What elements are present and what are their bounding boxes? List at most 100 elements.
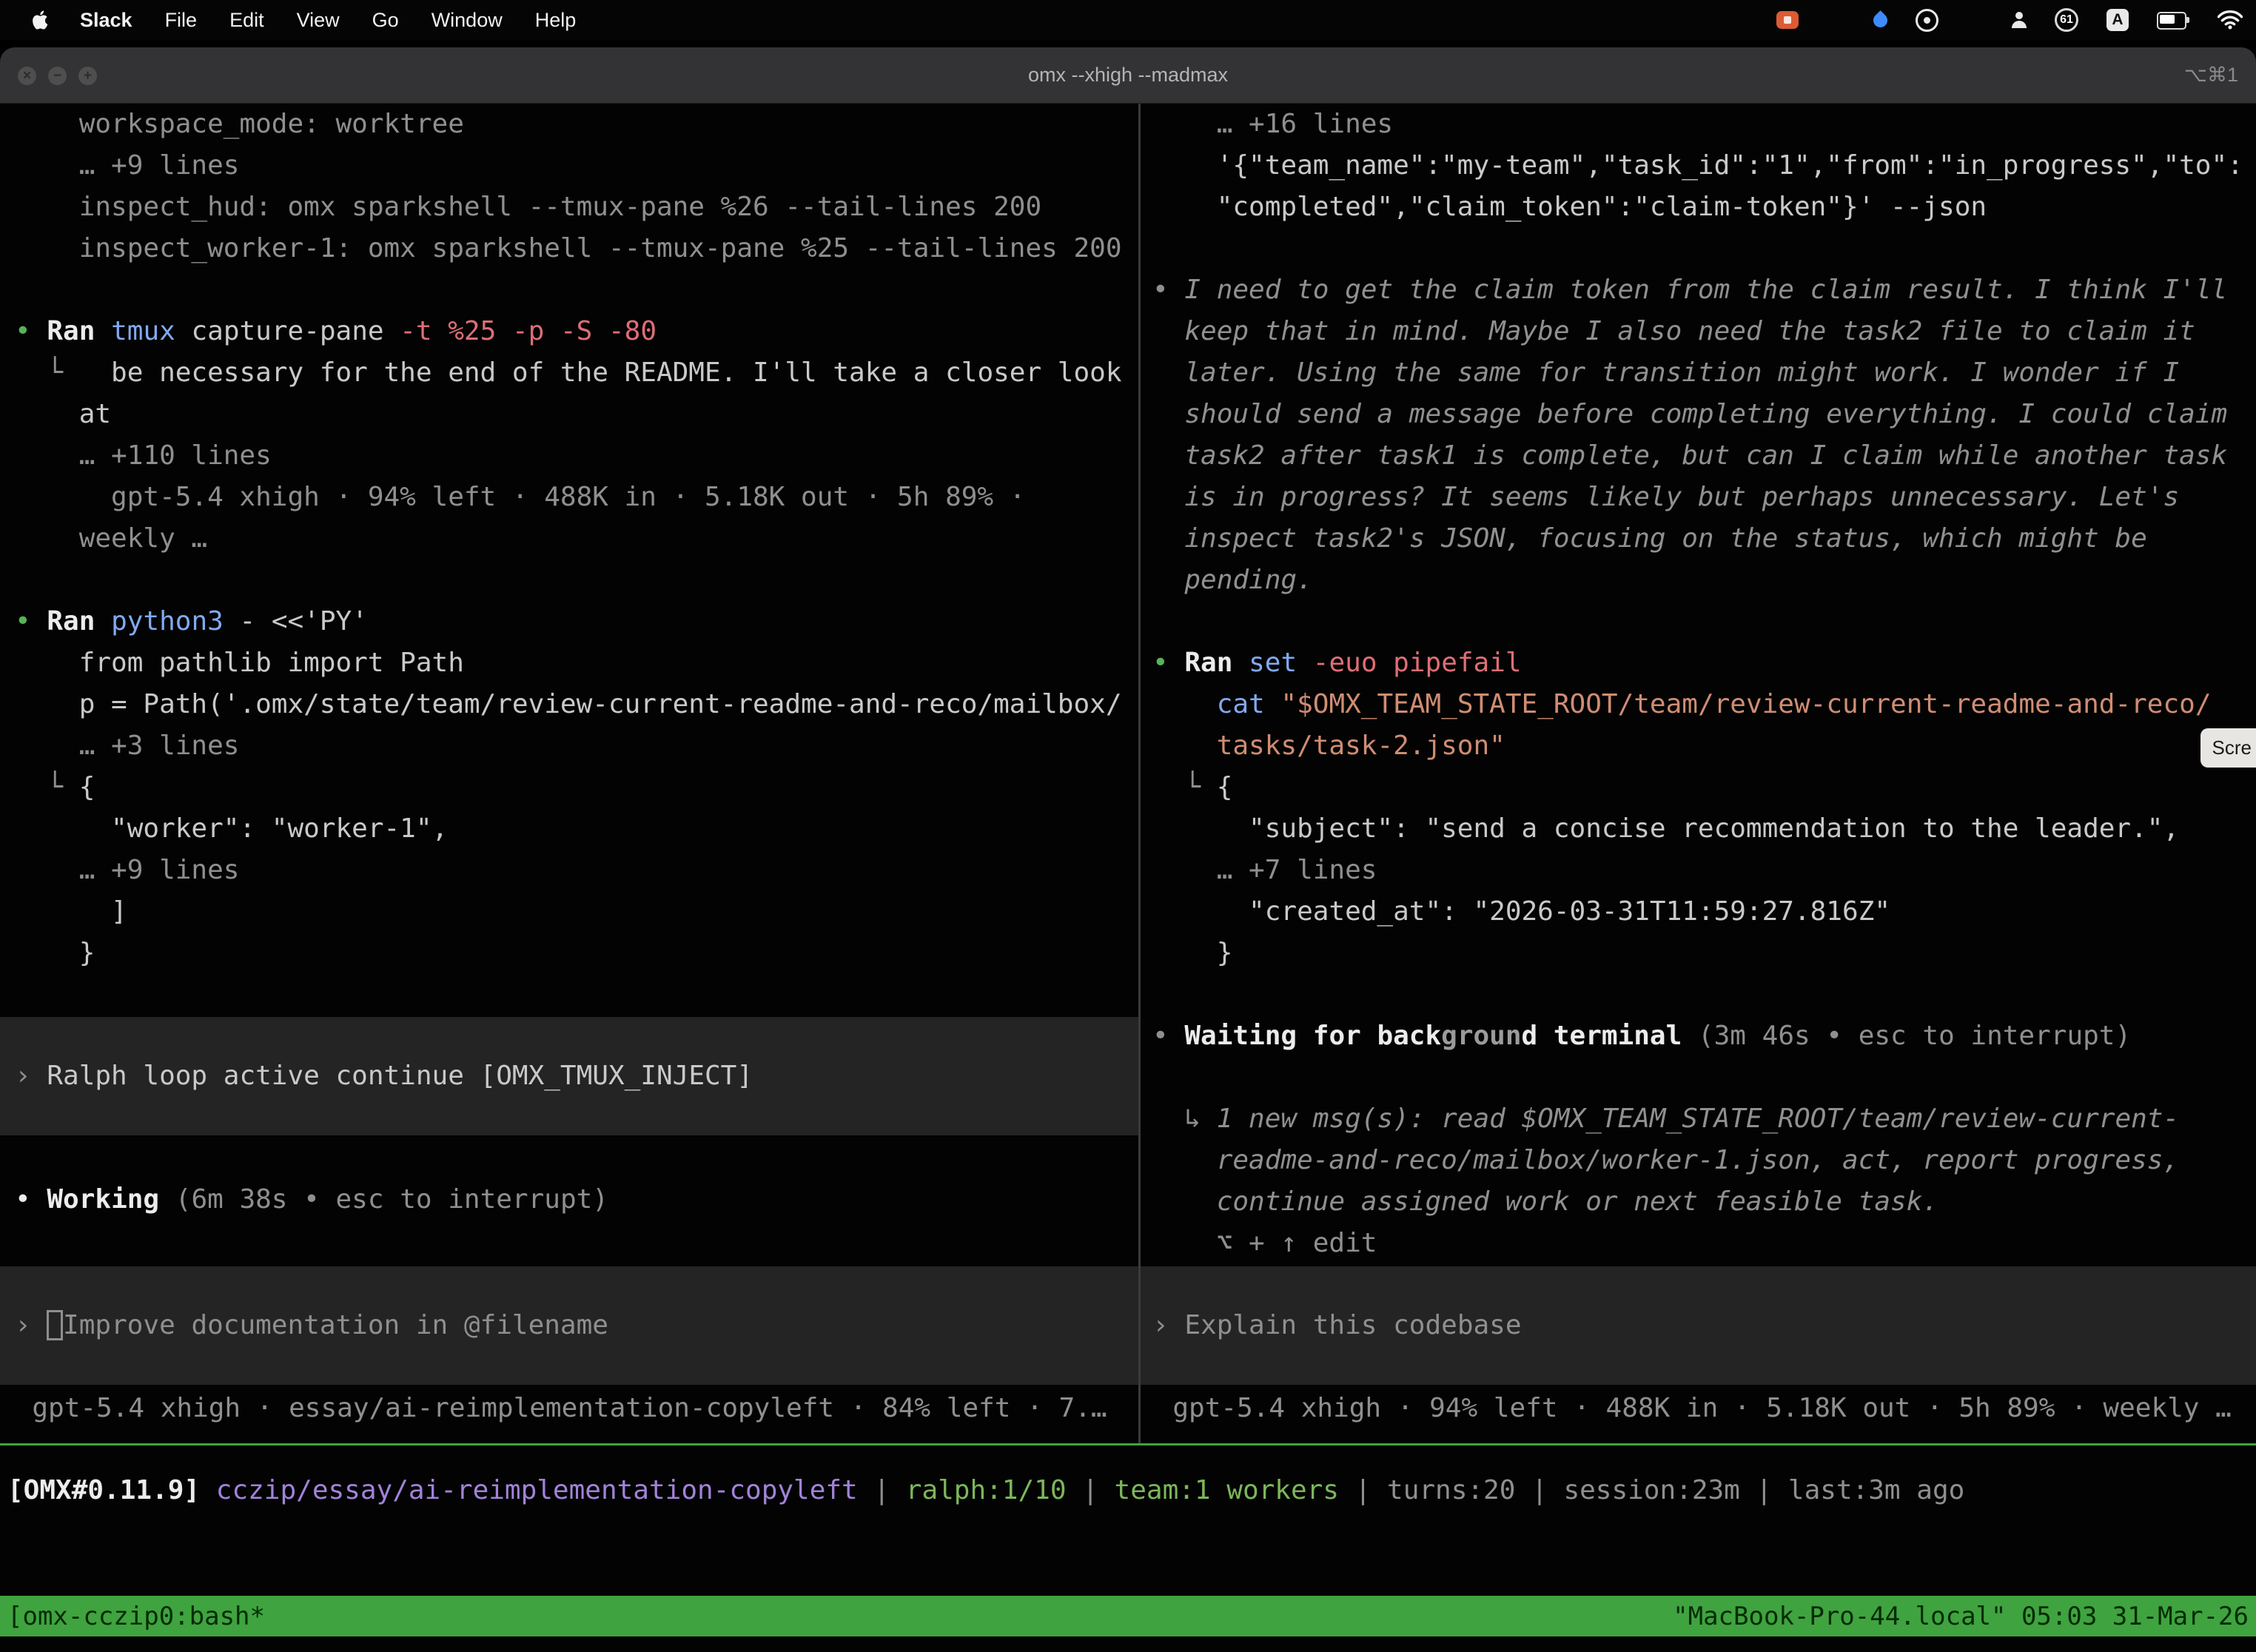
- omx-status-line: [OMX#0.11.9] cczip/essay/ai-reimplementa…: [7, 1470, 1964, 1511]
- terminal-line: [1152, 1057, 2256, 1098]
- menu-slack[interactable]: Slack: [64, 9, 149, 32]
- dots-grid-icon[interactable]: [1967, 12, 1984, 29]
- screen-recording-indicator-icon[interactable]: [1776, 11, 1799, 29]
- terminal-line: ↳ 1 new msg(s): read $OMX_TEAM_STATE_ROO…: [1152, 1098, 2256, 1140]
- battery-percentage-icon[interactable]: 61: [2055, 8, 2078, 32]
- app-menus: SlackFileEditViewGoWindowHelp: [64, 9, 592, 32]
- terminal-line: later. Using the same for transition mig…: [1152, 352, 2256, 394]
- terminal-line: … +7 lines: [1152, 850, 2256, 891]
- terminal-line: from pathlib import Path: [15, 642, 1138, 684]
- tmux-host-clock: "MacBook-Pro-44.local" 05:03 31-Mar-26: [1673, 1602, 2249, 1631]
- grid-app-icon[interactable]: [1827, 12, 1845, 28]
- hover-tooltip: Scre: [2200, 728, 2256, 768]
- working-status: • Working (6m 38s • esc to interrupt): [0, 1179, 1138, 1220]
- active-pane-border: [0, 1443, 2256, 1446]
- menu-go[interactable]: Go: [356, 9, 415, 32]
- zoom-button[interactable]: +: [78, 67, 97, 85]
- terminal-line: • Ran python3 - <<'PY': [15, 601, 1138, 642]
- minimize-button[interactable]: −: [48, 67, 67, 85]
- menu-edit[interactable]: Edit: [213, 9, 281, 32]
- water-drop-icon[interactable]: [1870, 10, 1890, 30]
- left-pane-footer: gpt-5.4 xhigh · essay/ai-reimplementatio…: [0, 1388, 1138, 1429]
- battery-percentage-value: 61: [2060, 13, 2073, 27]
- terminal-line: ⌥ + ↑ edit: [1152, 1223, 2256, 1264]
- close-button[interactable]: ×: [18, 67, 36, 85]
- terminal-line: readme-and-reco/mailbox/worker-1.json, a…: [1152, 1140, 2256, 1181]
- input-source-letter: A: [2112, 11, 2123, 29]
- prompt-suggestion-improve-docs[interactable]: › Improve documentation in @filename: [0, 1266, 1138, 1385]
- terminal-line: workspace_mode: worktree: [15, 104, 1138, 145]
- apple-menu[interactable]: [18, 10, 64, 30]
- terminal-line: … +110 lines: [15, 435, 1138, 477]
- window-title: omx --xhigh --madmax: [1028, 64, 1228, 87]
- terminal-line: cat "$OMX_TEAM_STATE_ROOT/team/review-cu…: [1152, 684, 2256, 725]
- terminal-line: … +3 lines: [15, 725, 1138, 767]
- terminal-line: "worker": "worker-1",: [15, 808, 1138, 850]
- terminal-line: ]: [15, 891, 1138, 933]
- terminal-line: › Ralph loop active continue [OMX_TMUX_I…: [15, 1055, 753, 1097]
- pane-left-worker-hud[interactable]: workspace_mode: worktree … +9 lines insp…: [0, 104, 1138, 1443]
- terminal-line: └ {: [1152, 767, 2256, 808]
- menu-status-icons: 61 A: [1776, 8, 2243, 32]
- terminal-line: inspect_worker-1: omx sparkshell --tmux-…: [15, 228, 1138, 269]
- tmux-panes: workspace_mode: worktree … +9 lines insp…: [0, 104, 2256, 1443]
- terminal-line: p = Path('.omx/state/team/review-current…: [15, 684, 1138, 725]
- input-source-icon[interactable]: A: [2106, 9, 2129, 31]
- terminal-line: pending.: [1152, 560, 2256, 601]
- menu-window[interactable]: Window: [415, 9, 519, 32]
- window-controls: × − +: [18, 47, 97, 104]
- terminal-line: … +9 lines: [15, 145, 1138, 187]
- circle-app-icon[interactable]: [1916, 9, 1938, 32]
- terminal-line: continue assigned work or next feasible …: [1152, 1181, 2256, 1223]
- terminal-line: [1152, 228, 2256, 269]
- pane-right-worker-1[interactable]: … +16 lines '{"team_name":"my-team","tas…: [1141, 104, 2256, 1443]
- terminal-line: at: [15, 394, 1138, 435]
- wifi-icon[interactable]: [2218, 10, 2243, 30]
- terminal-line: should send a message before completing …: [1152, 394, 2256, 435]
- window-shortcut-hint: ⌥⌘1: [2184, 64, 2238, 87]
- menu-view[interactable]: View: [281, 9, 356, 32]
- menu-bar: SlackFileEditViewGoWindowHelp 61 A: [0, 0, 2256, 40]
- right-pane-footer: gpt-5.4 xhigh · 94% left · 488K in · 5.1…: [1141, 1388, 2256, 1429]
- terminal-line: … +16 lines: [1152, 104, 2256, 145]
- terminal-line: • Ran tmux capture-pane -t %25 -p -S -80: [15, 311, 1138, 352]
- tooltip-text: Scre: [2212, 736, 2252, 759]
- tmux-session-window: [omx-cczip0:bash*: [7, 1602, 265, 1631]
- terminal-line: "completed","claim_token":"claim-token"}…: [1152, 187, 2256, 228]
- terminal-line: [15, 269, 1138, 311]
- terminal-line: gpt-5.4 xhigh · essay/ai-reimplementatio…: [0, 1388, 1138, 1429]
- right-pane-transcript: … +16 lines '{"team_name":"my-team","tas…: [1141, 104, 2256, 1264]
- terminal-line: › Explain this codebase: [1152, 1305, 1522, 1346]
- terminal-line: task2 after task1 is complete, but can I…: [1152, 435, 2256, 477]
- terminal-line: }: [15, 933, 1138, 974]
- terminal-line: tasks/task-2.json": [1152, 725, 2256, 767]
- terminal-line: › Improve documentation in @filename: [15, 1305, 608, 1346]
- left-pane-transcript: workspace_mode: worktree … +9 lines insp…: [0, 104, 1138, 974]
- terminal-line: [1152, 974, 2256, 1015]
- terminal-line: • Waiting for background terminal (3m 46…: [1152, 1015, 2256, 1057]
- terminal-line: gpt-5.4 xhigh · 94% left · 488K in · 5.1…: [1141, 1388, 2256, 1429]
- menu-help[interactable]: Help: [519, 9, 593, 32]
- terminal-line: gpt-5.4 xhigh · 94% left · 488K in · 5.1…: [15, 477, 1138, 518]
- terminal-line: • Working (6m 38s • esc to interrupt): [15, 1179, 1138, 1220]
- terminal-line: [15, 560, 1138, 601]
- terminal-line: is in progress? It seems likely but perh…: [1152, 477, 2256, 518]
- terminal-line: keep that in mind. Maybe I also need the…: [1152, 311, 2256, 352]
- ralph-loop-prompt-box[interactable]: › Ralph loop active continue [OMX_TMUX_I…: [0, 1017, 1138, 1135]
- title-bar[interactable]: × − + omx --xhigh --madmax ⌥⌘1: [0, 47, 2256, 104]
- menu-file[interactable]: File: [149, 9, 214, 32]
- terminal-line: inspect_hud: omx sparkshell --tmux-pane …: [15, 187, 1138, 228]
- terminal-line: }: [1152, 933, 2256, 974]
- terminal-line: • Ran set -euo pipefail: [1152, 642, 2256, 684]
- prompt-suggestion-explain-codebase[interactable]: › Explain this codebase: [1141, 1266, 2256, 1385]
- terminal-line: inspect task2's JSON, focusing on the st…: [1152, 518, 2256, 560]
- terminal-line: … +9 lines: [15, 850, 1138, 891]
- terminal-window: × − + omx --xhigh --madmax ⌥⌘1 workspace…: [0, 47, 2256, 1652]
- person-icon[interactable]: [2012, 12, 2027, 28]
- terminal-line: [OMX#0.11.9] cczip/essay/ai-reimplementa…: [7, 1470, 1964, 1511]
- battery-icon[interactable]: [2157, 12, 2189, 28]
- tmux-status-bar: [omx-cczip0:bash* "MacBook-Pro-44.local"…: [0, 1596, 2256, 1636]
- terminal-line: "subject": "send a concise recommendatio…: [1152, 808, 2256, 850]
- menu-left: SlackFileEditViewGoWindowHelp: [18, 9, 592, 32]
- terminal-line: • I need to get the claim token from the…: [1152, 269, 2256, 311]
